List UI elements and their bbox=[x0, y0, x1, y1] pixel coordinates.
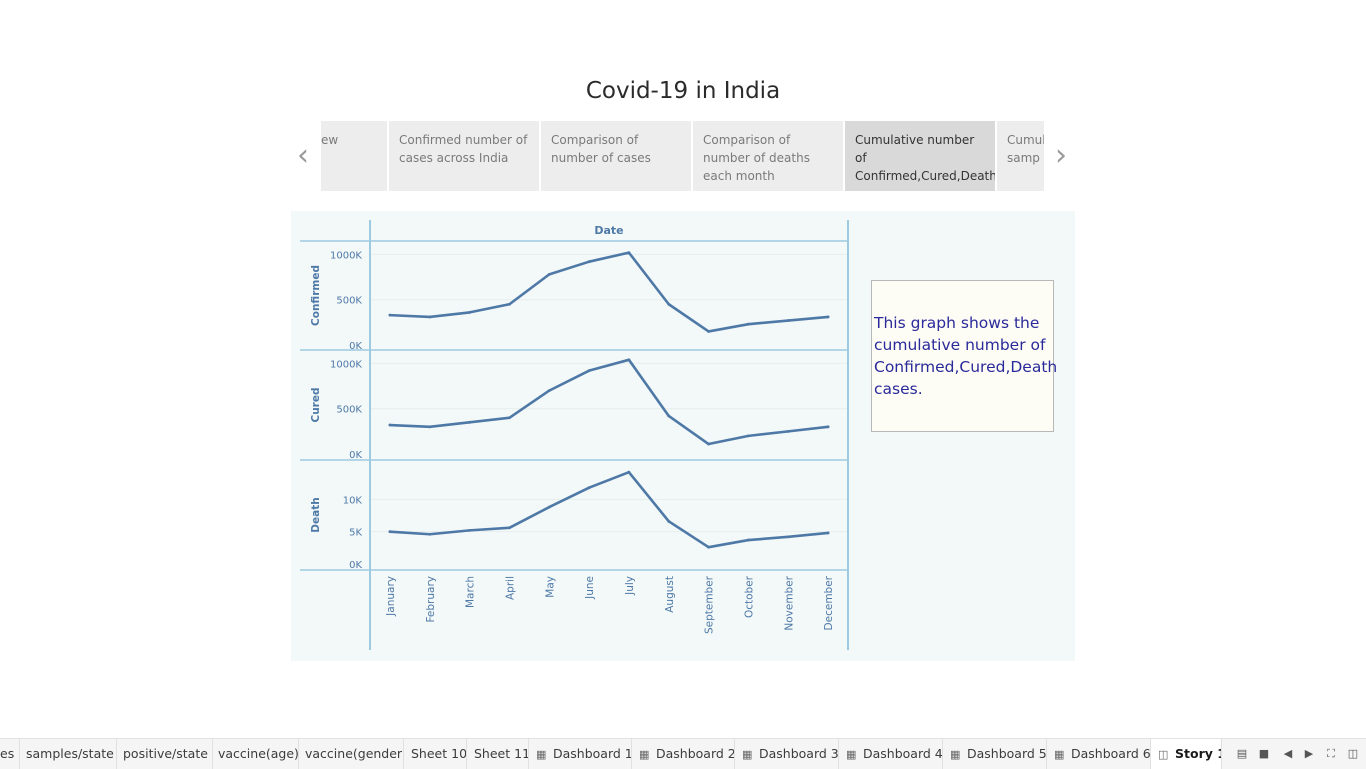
sheet-tab[interactable]: es bbox=[0, 739, 20, 769]
story-point[interactable]: Confirmed number of cases across India bbox=[389, 121, 539, 191]
sheet-tab[interactable]: Sheet 11 bbox=[467, 739, 529, 769]
dashboard-icon: ▦ bbox=[639, 748, 650, 761]
fullscreen-icon[interactable]: ⛶ bbox=[1324, 747, 1338, 761]
story-icon: ◫ bbox=[1158, 748, 1169, 761]
sheet-tab[interactable]: samples/state bbox=[19, 739, 117, 769]
tab-label: Sheet 10 bbox=[411, 746, 467, 761]
story-point[interactable]: ew bbox=[321, 121, 387, 191]
sheet-tab[interactable]: Sheet 10 bbox=[404, 739, 467, 769]
presentation-mode-icon[interactable]: ◫ bbox=[1346, 747, 1360, 761]
dashboard-icon: ▦ bbox=[536, 748, 547, 761]
dashboard-tab[interactable]: ▦ Dashboard 4 bbox=[839, 739, 943, 769]
sheet-tab[interactable]: vaccine(age) bbox=[211, 739, 299, 769]
dashboard-tab[interactable]: ▦ Dashboard 1 bbox=[529, 739, 632, 769]
tab-label: Dashboard 1 bbox=[553, 746, 632, 761]
tab-label: Dashboard 4 bbox=[863, 746, 943, 761]
story-point[interactable]: Comparison of number of cases bbox=[541, 121, 691, 191]
story-point-label: ew bbox=[321, 133, 339, 147]
tab-label: Dashboard 3 bbox=[759, 746, 839, 761]
story-point-label: Cumulative number of Confirmed,Cured,Dea… bbox=[855, 133, 995, 191]
show-tabs-icon[interactable]: ■ bbox=[1257, 747, 1271, 761]
tab-label: es bbox=[0, 746, 15, 761]
next-point-arrow-icon[interactable]: › bbox=[1051, 140, 1071, 172]
caption-box: This graph shows the cumulative number o… bbox=[871, 280, 1058, 432]
story-point[interactable]: Comparison of number of deaths each mont… bbox=[693, 121, 843, 191]
caption-text: This graph shows the cumulative number o… bbox=[874, 314, 1058, 398]
tab-label: Dashboard 5 bbox=[967, 746, 1047, 761]
tab-label: Story 1 bbox=[1175, 746, 1222, 761]
tab-label: positive/state bbox=[123, 746, 208, 761]
sheet-tab-bar: es samples/state positive/state vaccine(… bbox=[0, 738, 1366, 769]
dashboard-icon: ▦ bbox=[846, 748, 857, 761]
story-points-strip: ew Confirmed number of cases across Indi… bbox=[321, 121, 1044, 191]
sheet-tab[interactable]: vaccine(gender) bbox=[298, 739, 404, 769]
story-point-label: Cumula Total,N e samp bbox=[1007, 133, 1044, 165]
story-point-active[interactable]: Cumulative number of Confirmed,Cured,Dea… bbox=[845, 121, 995, 191]
dashboard-icon: ▦ bbox=[742, 748, 753, 761]
scroll-right-icon[interactable]: ▶ bbox=[1302, 747, 1316, 761]
dashboard-icon: ▦ bbox=[1054, 748, 1065, 761]
tab-label: Sheet 11 bbox=[474, 746, 529, 761]
tab-label: vaccine(gender) bbox=[305, 746, 404, 761]
dashboard-tab[interactable]: ▦ Dashboard 3 bbox=[735, 739, 839, 769]
dashboard-area bbox=[291, 211, 1075, 661]
story-title: Covid-19 in India bbox=[585, 78, 781, 104]
previous-point-arrow-icon[interactable]: ‹ bbox=[293, 140, 313, 172]
dashboard-tab[interactable]: ▦ Dashboard 5 bbox=[943, 739, 1047, 769]
story-point-label: Confirmed number of cases across India bbox=[399, 133, 528, 165]
story-point-label: Comparison of number of deaths each mont… bbox=[703, 133, 810, 183]
story-point-label: Comparison of number of cases bbox=[551, 133, 651, 165]
show-filmstrip-icon[interactable]: ▤ bbox=[1235, 747, 1249, 761]
tab-label: Dashboard 2 bbox=[656, 746, 735, 761]
dashboard-tab[interactable]: ▦ Dashboard 6 bbox=[1047, 739, 1151, 769]
story-tab[interactable]: ◫ Story 1 bbox=[1151, 739, 1222, 769]
sheet-tab[interactable]: positive/state bbox=[116, 739, 213, 769]
tab-label: Dashboard 6 bbox=[1071, 746, 1151, 761]
dashboard-tab[interactable]: ▦ Dashboard 2 bbox=[632, 739, 735, 769]
story-point[interactable]: Cumula Total,N e samp bbox=[997, 121, 1044, 191]
tab-label: vaccine(age) bbox=[218, 746, 299, 761]
dashboard-icon: ▦ bbox=[950, 748, 961, 761]
scroll-left-icon[interactable]: ◀ bbox=[1281, 747, 1295, 761]
tab-label: samples/state bbox=[26, 746, 114, 761]
